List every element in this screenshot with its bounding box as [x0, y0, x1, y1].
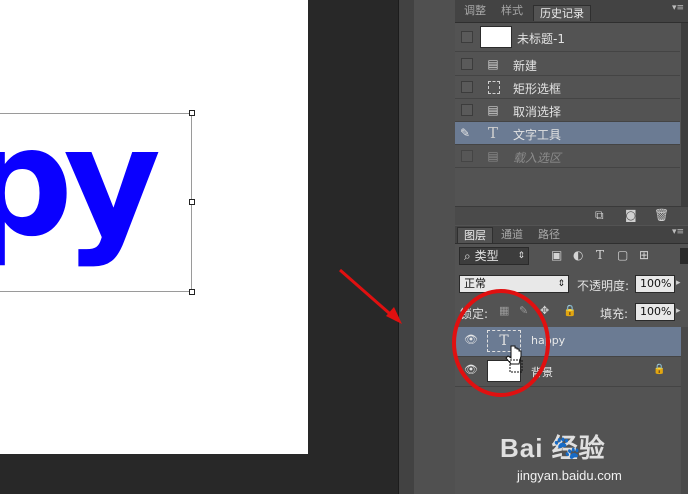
history-scrollbar[interactable] — [681, 23, 688, 206]
visibility-eye-icon[interactable]: 👁 — [464, 334, 478, 345]
history-item-label: 文字工具 — [513, 128, 562, 142]
collapsed-panel-column — [414, 0, 457, 494]
layers-tabbar: 图层 通道 路径 ▾≡ — [455, 226, 688, 244]
trash-icon[interactable]: 🗑 — [654, 208, 669, 222]
snapshot-thumbnail — [480, 26, 512, 48]
tab-paths[interactable]: 路径 — [532, 227, 566, 242]
filter-toggle[interactable] — [680, 248, 688, 264]
lock-label: 锁定: — [460, 307, 489, 321]
type-icon: T — [487, 124, 498, 142]
fill-label: 填充: — [600, 307, 629, 321]
paw-icon: 🐾 — [553, 436, 581, 461]
history-source-checkbox[interactable] — [461, 58, 473, 70]
chevron-right-icon[interactable]: ▸ — [676, 306, 681, 316]
transform-handle-top-right[interactable] — [189, 110, 195, 116]
document-canvas[interactable]: py — [0, 0, 308, 454]
tab-history[interactable]: 历史记录 — [533, 5, 591, 21]
blend-mode-select[interactable]: 正常 ⇕ — [459, 275, 569, 293]
document-icon: ▤ — [487, 149, 499, 163]
lock-move-icon[interactable]: ✥ — [540, 304, 549, 317]
history-tabbar: 调整 样式 历史记录 ▾≡ — [455, 0, 688, 23]
history-snapshot[interactable]: 未标题-1 — [455, 23, 680, 52]
fill-input[interactable]: 100% — [635, 303, 675, 321]
layer-filter-select[interactable]: ⌕ 类型 ⇕ — [459, 247, 529, 265]
stepper-icon: ⇕ — [517, 251, 525, 261]
blend-mode-value: 正常 — [464, 277, 486, 290]
history-item-label: 新建 — [513, 59, 538, 73]
filter-adjustment-icon[interactable]: ◐ — [573, 248, 583, 262]
history-source-checkbox[interactable] — [461, 150, 473, 162]
visibility-eye-icon[interactable]: 👁 — [464, 364, 478, 375]
history-source-checkbox[interactable] — [461, 104, 473, 116]
document-icon: ▤ — [487, 57, 499, 71]
layer-filter-label: 类型 — [474, 249, 499, 263]
tab-layers[interactable]: 图层 — [457, 227, 493, 243]
filter-smart-object-icon[interactable]: ⊞ — [639, 248, 649, 262]
new-document-from-state-icon[interactable]: ⧉ — [595, 208, 604, 223]
lock-paint-icon[interactable]: ✎ — [519, 304, 528, 317]
panel-menu-icon[interactable]: ▾≡ — [672, 3, 684, 13]
snapshot-label: 未标题-1 — [517, 32, 565, 46]
layer-name[interactable]: happy — [531, 334, 565, 347]
history-source-checkbox[interactable] — [461, 81, 473, 93]
opacity-label: 不透明度: — [577, 279, 630, 293]
history-item[interactable]: ▤ 取消选择 — [455, 99, 680, 122]
layer-name[interactable]: 背景 — [531, 364, 553, 380]
transform-handle-bottom-right[interactable] — [189, 289, 195, 295]
panel-dock: 调整 样式 历史记录 ▾≡ 未标题-1 ▤ 新建 矩形选框 ▤ 取消选择 ✎ T… — [455, 0, 688, 494]
filter-type-icon[interactable]: T — [596, 248, 604, 262]
tab-styles[interactable]: 样式 — [495, 3, 529, 18]
layers-scrollbar[interactable] — [681, 327, 688, 494]
lock-all-icon[interactable]: 🔒 — [563, 304, 577, 317]
history-item-selected[interactable]: ✎ T 文字工具 — [455, 122, 680, 145]
transform-handle-middle-right[interactable] — [189, 199, 195, 205]
stepper-icon: ⇕ — [557, 279, 565, 289]
history-brush-icon[interactable]: ✎ — [460, 126, 470, 140]
tab-channels[interactable]: 通道 — [495, 227, 529, 242]
lock-transparent-icon[interactable]: ▦ — [499, 304, 509, 317]
filter-pixel-icon[interactable]: ▣ — [551, 248, 562, 262]
document-icon: ▤ — [487, 103, 499, 117]
background-layer-thumbnail — [487, 360, 521, 382]
history-item-label: 载入选区 — [513, 151, 562, 165]
search-icon: ⌕ — [464, 249, 471, 263]
history-item[interactable]: ▤ 新建 — [455, 53, 680, 76]
history-item[interactable]: ▤ 载入选区 — [455, 145, 680, 168]
history-item-label: 取消选择 — [513, 105, 562, 119]
history-item[interactable]: 矩形选框 — [455, 76, 680, 99]
opacity-input[interactable]: 100% — [635, 275, 675, 293]
history-footer: ⧉ ◙ 🗑 — [455, 206, 688, 225]
filter-shape-icon[interactable]: ▢ — [617, 248, 628, 262]
layer-lock-icon: 🔒 — [653, 364, 666, 375]
tab-adjustments[interactable]: 调整 — [458, 3, 492, 18]
camera-icon[interactable]: ◙ — [625, 208, 637, 222]
panel-menu-icon[interactable]: ▾≡ — [672, 227, 684, 237]
marquee-icon — [488, 81, 500, 94]
text-bounding-box[interactable] — [0, 113, 192, 292]
layer-row-selected[interactable]: 👁 T happy — [455, 327, 688, 357]
snapshot-source-checkbox[interactable] — [461, 31, 473, 43]
text-layer-thumbnail: T — [487, 330, 521, 352]
history-item-label: 矩形选框 — [513, 82, 562, 96]
watermark-url: jingyan.baidu.com — [517, 468, 622, 483]
layer-row[interactable]: 👁 背景 🔒 — [455, 357, 688, 387]
chevron-right-icon[interactable]: ▸ — [676, 278, 681, 288]
canvas-area[interactable]: py — [0, 0, 414, 494]
